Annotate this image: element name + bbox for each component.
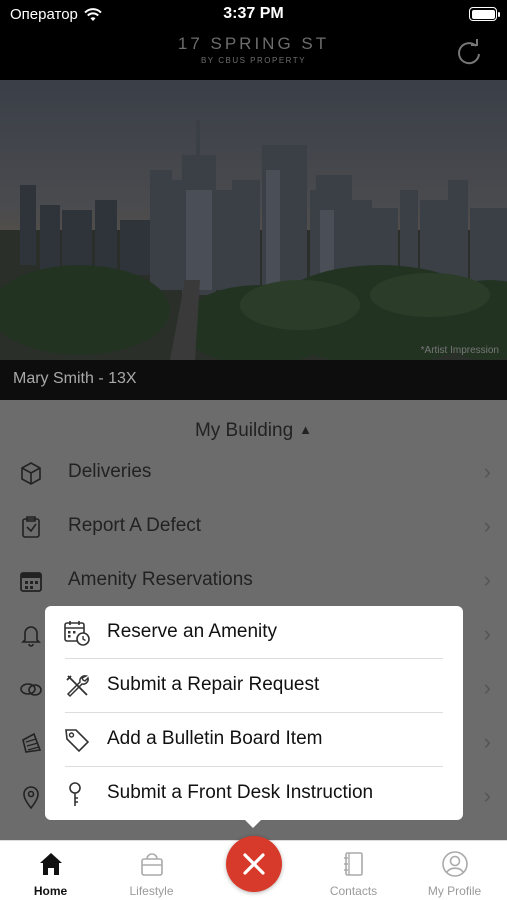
resident-bar: Mary Smith - 13X xyxy=(0,360,507,400)
popup-pointer xyxy=(243,818,263,828)
shopping-bag-icon xyxy=(140,853,163,876)
chevron-right-icon: › xyxy=(483,729,491,754)
collapse-arrow-icon: ▲ xyxy=(299,422,313,437)
battery-icon xyxy=(469,7,500,21)
tab-my-profile[interactable]: My Profile xyxy=(404,841,505,900)
chevron-right-icon: › xyxy=(483,567,491,592)
calendar-icon xyxy=(20,572,42,592)
menu-item-amenity-reservations[interactable]: Amenity Reservations › xyxy=(0,555,507,609)
popup-item-label: Submit a Repair Request xyxy=(107,674,320,695)
building-hero-image: *Artist Impression xyxy=(0,80,507,360)
tab-label: Contacts xyxy=(329,884,378,898)
tab-contacts[interactable]: Contacts xyxy=(303,841,404,900)
tab-home[interactable]: Home xyxy=(0,841,101,900)
refresh-icon[interactable] xyxy=(455,38,483,66)
tag-icon xyxy=(65,729,90,753)
menu-item-label: Report A Defect xyxy=(68,515,202,536)
home-icon xyxy=(39,853,62,875)
profile-icon xyxy=(441,851,468,877)
defect-icon xyxy=(22,516,40,538)
calendar-clock-icon xyxy=(64,621,90,646)
package-icon xyxy=(21,462,41,485)
popup-item-bulletin-board[interactable]: Add a Bulletin Board Item xyxy=(45,713,463,766)
brand-logo: 17 SPRING ST BY CBUS PROPERTY xyxy=(0,34,507,65)
chevron-right-icon: › xyxy=(483,783,491,808)
chevron-right-icon: › xyxy=(483,621,491,646)
chat-icon xyxy=(20,683,42,696)
bell-icon xyxy=(21,626,41,647)
key-icon xyxy=(69,782,81,806)
section-title: My Building xyxy=(194,420,294,441)
chevron-right-icon: › xyxy=(483,513,491,538)
status-bar: Оператор 3:37 PM xyxy=(0,0,507,30)
popup-item-repair-request[interactable]: Submit a Repair Request xyxy=(45,659,463,712)
popup-item-reserve-amenity[interactable]: Reserve an Amenity xyxy=(45,606,463,659)
battery-level xyxy=(471,9,495,19)
brand-name: 17 SPRING ST xyxy=(177,34,330,53)
popup-item-label: Reserve an Amenity xyxy=(107,621,278,642)
city-skyline-illustration xyxy=(0,120,507,360)
tab-label: Home xyxy=(33,884,68,898)
brand-subtitle: BY CBUS PROPERTY xyxy=(200,56,307,65)
menu-item-deliveries[interactable]: Deliveries › xyxy=(0,447,507,501)
tab-label: My Profile xyxy=(427,884,482,898)
close-quick-actions-button[interactable] xyxy=(226,836,282,892)
chevron-right-icon: › xyxy=(483,459,491,484)
tools-icon xyxy=(66,675,89,698)
popup-item-label: Submit a Front Desk Instruction xyxy=(107,782,374,803)
popup-item-label: Add a Bulletin Board Item xyxy=(107,728,323,749)
resident-name: Mary Smith - 13X xyxy=(13,370,137,387)
pinecone-icon xyxy=(22,732,42,753)
location-pin-icon xyxy=(23,786,39,810)
section-header-my-building[interactable]: My Building ▲ xyxy=(0,420,507,442)
close-icon xyxy=(243,853,265,875)
app-header: 17 SPRING ST BY CBUS PROPERTY xyxy=(0,30,507,80)
status-time: 3:37 PM xyxy=(223,5,284,22)
menu-item-label: Deliveries xyxy=(68,461,152,482)
tab-lifestyle[interactable]: Lifestyle xyxy=(101,841,202,900)
tab-label: Lifestyle xyxy=(129,884,174,898)
menu-item-report-defect[interactable]: Report A Defect › xyxy=(0,501,507,555)
menu-item-label: Amenity Reservations xyxy=(68,569,253,590)
artist-impression-caption: *Artist Impression xyxy=(420,345,499,356)
popup-item-front-desk-instruction[interactable]: Submit a Front Desk Instruction xyxy=(45,767,463,820)
quick-action-popup: Reserve an Amenity Submit a Repair Reque… xyxy=(45,606,463,820)
chevron-right-icon: › xyxy=(483,675,491,700)
contacts-book-icon xyxy=(343,852,363,876)
